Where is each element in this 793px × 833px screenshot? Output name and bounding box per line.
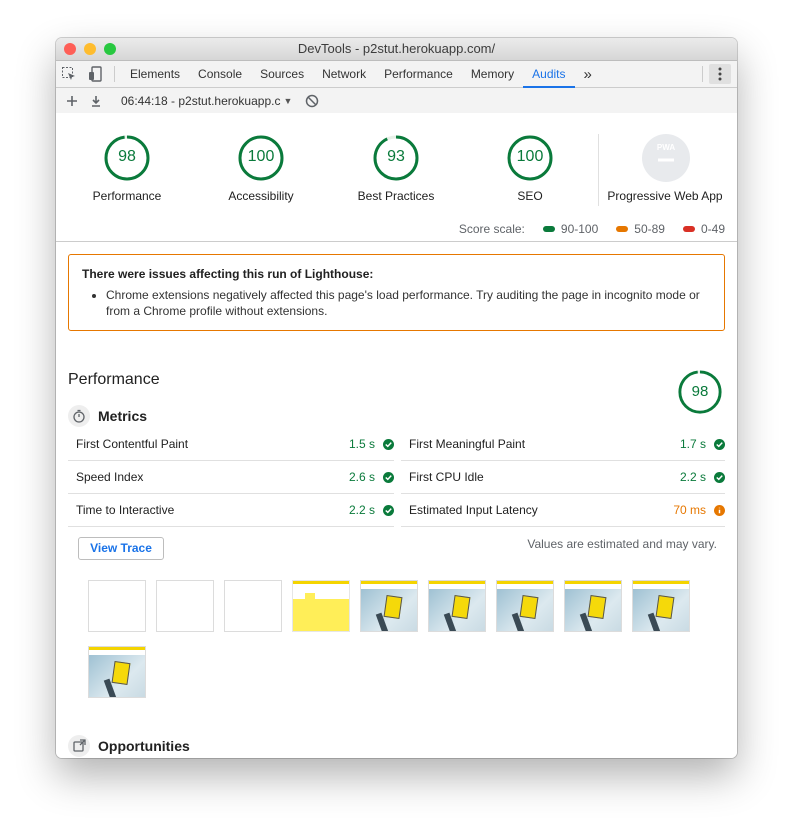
metric-name: Time to Interactive (76, 503, 175, 517)
tab-console[interactable]: Console (189, 61, 251, 87)
pwa-badge-icon (642, 134, 690, 182)
filmstrip-frame-page (428, 580, 486, 632)
score-scale-label: Score scale: (458, 222, 525, 236)
warning-heading: There were issues affecting this run of … (82, 267, 374, 281)
average-swatch-icon (616, 226, 629, 232)
gauge-score: 100 (247, 148, 275, 165)
tab-memory[interactable]: Memory (462, 61, 523, 87)
stopwatch-icon (68, 405, 90, 427)
filmstrip-frame-yellow (292, 580, 350, 632)
inspect-element-icon[interactable] (56, 61, 82, 87)
estimate-note: Values are estimated and may vary. (527, 537, 717, 551)
tab-audits[interactable]: Audits (523, 61, 575, 88)
filmstrip-frame-blank (88, 580, 146, 632)
filmstrip-frame-page (360, 580, 418, 632)
filmstrip-frame-page (632, 580, 690, 632)
close-window-button[interactable] (64, 43, 76, 55)
metric-value: 70 ms (673, 503, 706, 517)
gauge-score: 100 (516, 148, 544, 165)
devtools-window: DevTools - p2stut.herokuapp.com/ Element… (56, 38, 737, 758)
metric-estimated-input-latency: Estimated Input Latency 70 ms (401, 494, 725, 527)
kebab-menu-icon[interactable] (709, 64, 731, 84)
view-trace-button[interactable]: View Trace (78, 537, 164, 560)
minimize-window-button[interactable] (84, 43, 96, 55)
device-toolbar-icon[interactable] (82, 61, 108, 87)
metric-first-meaningful-paint: First Meaningful Paint 1.7 s (401, 428, 725, 461)
opportunities-heading: Opportunities (68, 735, 190, 757)
gauge-label-performance: Performance (92, 189, 162, 203)
more-tabs-button[interactable]: » (575, 61, 601, 87)
scale-range-fail: 0-49 (700, 222, 725, 236)
filmstrip-frame-page (88, 646, 146, 698)
metric-speed-index: Speed Index 2.6 s (68, 461, 394, 494)
audits-toolbar: 06:44:18 - p2stut.herokuapp.c ▼ (56, 88, 737, 114)
filmstrip-frame-blank (156, 580, 214, 632)
metric-first-cpu-idle: First CPU Idle 2.2 s (401, 461, 725, 494)
pwa-badge-text: PWA (656, 143, 676, 152)
section-title-performance: Performance (68, 371, 160, 388)
opportunity-icon (68, 735, 90, 757)
metric-time-to-interactive: Time to Interactive 2.2 s (68, 494, 394, 527)
gauge-performance-section: 98 (677, 369, 723, 420)
zoom-window-button[interactable] (104, 43, 116, 55)
metric-name: First CPU Idle (409, 470, 484, 484)
pass-swatch-icon (542, 226, 555, 232)
gauge-label-accessibility: Accessibility (228, 189, 294, 203)
check-icon (383, 438, 394, 450)
tab-sources[interactable]: Sources (251, 61, 313, 87)
scale-range-pass: 90-100 (560, 222, 599, 236)
window-title: DevTools - p2stut.herokuapp.com/ (297, 41, 496, 56)
fail-swatch-icon (682, 226, 695, 232)
filmstrip-frame-page (564, 580, 622, 632)
metrics-heading-label: Metrics (98, 408, 148, 424)
info-icon (714, 504, 725, 516)
chevron-down-icon[interactable]: ▼ (283, 96, 292, 106)
plus-icon[interactable] (60, 95, 84, 107)
metric-name: First Meaningful Paint (409, 437, 526, 451)
report-selector[interactable]: 06:44:18 - p2stut.herokuapp.c (121, 94, 280, 108)
metric-name: First Contentful Paint (76, 437, 189, 451)
metric-name: Estimated Input Latency (409, 503, 538, 517)
gauge-best-practices[interactable]: 93 (372, 134, 420, 187)
tab-elements[interactable]: Elements (121, 61, 189, 87)
gauge-score: 98 (118, 148, 136, 165)
clear-icon[interactable] (300, 94, 324, 108)
score-scale: Score scale: 90-100 50-89 0-49 (459, 222, 725, 236)
warning-item: Chrome extensions negatively affected th… (106, 287, 711, 319)
gauge-accessibility[interactable]: 100 (237, 134, 285, 187)
tab-network[interactable]: Network (313, 61, 375, 87)
metrics-heading: Metrics (68, 405, 147, 427)
filmstrip-frame-blank (224, 580, 282, 632)
gauge-seo[interactable]: 100 (506, 134, 554, 187)
runtime-warning: There were issues affecting this run of … (68, 254, 725, 331)
gauge-performance[interactable]: 98 (103, 134, 151, 187)
opportunities-heading-label: Opportunities (98, 738, 190, 754)
gauge-label-best-practices: Best Practices (357, 189, 435, 203)
gauge-pwa[interactable]: PWA (642, 134, 690, 187)
gauge-score: 93 (387, 148, 405, 165)
filmstrip-frame-page (496, 580, 554, 632)
panel-tab-bar: Elements Console Sources Network Perform… (56, 61, 737, 88)
gauge-label-pwa: Progressive Web App (607, 189, 723, 203)
metric-value: 2.2 s (348, 503, 375, 517)
metric-value: 2.2 s (679, 470, 706, 484)
scale-range-average: 50-89 (634, 222, 665, 236)
download-icon[interactable] (84, 95, 108, 107)
metric-first-contentful-paint: First Contentful Paint 1.5 s (68, 428, 394, 461)
metric-value: 2.6 s (348, 470, 375, 484)
check-icon (714, 438, 725, 450)
title-bar: DevTools - p2stut.herokuapp.com/ (56, 38, 737, 61)
section-score: 98 (691, 383, 709, 400)
check-icon (714, 471, 725, 483)
metric-value: 1.7 s (679, 437, 706, 451)
tab-performance[interactable]: Performance (375, 61, 462, 87)
gauge-label-seo: SEO (517, 189, 543, 203)
check-icon (383, 471, 394, 483)
metric-name: Speed Index (76, 470, 144, 484)
metric-value: 1.5 s (348, 437, 375, 451)
audits-report: 98 Performance 100 Accessibility 93 Best… (56, 113, 737, 758)
check-icon (383, 504, 394, 516)
